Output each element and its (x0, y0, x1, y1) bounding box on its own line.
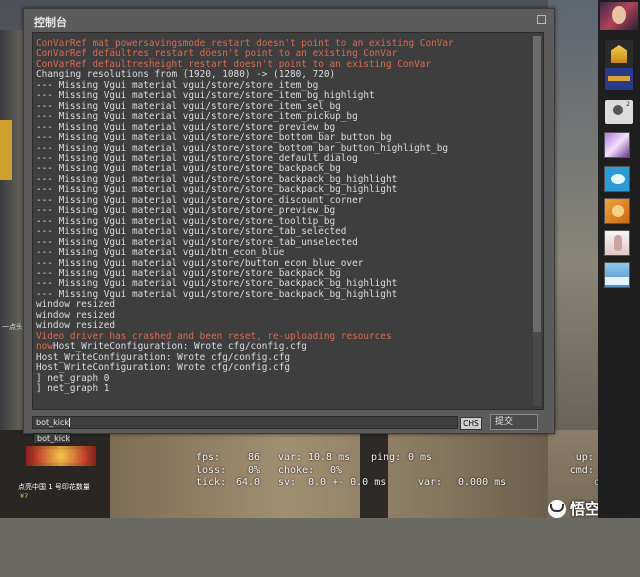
close-icon[interactable] (537, 15, 546, 24)
text-cursor (69, 418, 70, 427)
console-command-input[interactable]: bot_kick (32, 416, 458, 429)
fps-label: fps: (196, 452, 221, 463)
ime-indicator[interactable]: CHS (460, 417, 482, 430)
net-graph-row-3: tick: 64.0 sv: 0.0 +- 0.0 ms var: 0.000 … (196, 477, 536, 490)
weapon-skin-icon[interactable] (605, 68, 633, 90)
friend-avatar-1[interactable] (604, 132, 630, 158)
choke-value: 0% (330, 464, 343, 476)
friend-avatar-3[interactable] (604, 198, 630, 224)
figure-icon (614, 235, 622, 251)
friend-avatar-4[interactable] (604, 230, 630, 256)
fps-value: 86 (248, 452, 261, 463)
cat-icon (612, 205, 624, 217)
command-input-text: bot_kick (36, 418, 69, 427)
console-window[interactable]: 控制台 ConVarRef mat_powersavingsmode_resta… (23, 8, 555, 434)
person-icon (613, 105, 623, 115)
submit-button[interactable]: 提交 (490, 414, 538, 430)
console-title: 控制台 (34, 16, 67, 29)
var-value-2: 0.000 ms (458, 477, 507, 488)
smile-icon (547, 499, 566, 518)
avatar-face (612, 6, 626, 24)
var-label: var: (278, 452, 303, 463)
sticker-badge-image (26, 446, 96, 466)
loss-value: 0% (248, 464, 261, 476)
sv-value: 0.0 +- 0.0 ms (308, 477, 387, 488)
console-log-line: --- Missing Vgui material vgui/btn_econ_… (36, 247, 285, 259)
console-log-line: ] net_graph 0 (36, 372, 110, 384)
console-log-rest: Host_WriteConfiguration: Wrote cfg/confi… (52, 341, 307, 353)
autocomplete-suggestion[interactable]: bot_kick (33, 433, 71, 444)
background-label: 一点头 (2, 323, 23, 331)
console-scrollbar[interactable] (533, 36, 541, 406)
ping-value: 0 ms (408, 452, 433, 463)
tick-label: tick: (196, 477, 227, 488)
friend-avatar-5[interactable] (604, 262, 630, 288)
loss-label: loss: (196, 464, 227, 476)
console-log-line: Host_WriteConfiguration: Wrote cfg/confi… (36, 362, 290, 374)
net-graph-row-2: loss: 0% choke: 0% (196, 465, 536, 478)
sticker-price: ¥7 (20, 492, 29, 500)
tick-value: 64.0 (236, 477, 261, 488)
friend-avatar-2[interactable] (604, 166, 630, 192)
sticker-emblem (34, 449, 88, 463)
net-graph: fps: 86 var: 10.8 ms ping: 0 ms loss: 0%… (196, 452, 536, 490)
background-building (548, 260, 598, 430)
console-log[interactable]: ConVarRef mat_powersavingsmode_restart d… (32, 32, 544, 410)
player-avatar[interactable] (600, 2, 638, 30)
var-value: 10.8 ms (308, 452, 351, 463)
console-log-lines: ConVarRef mat_powersavingsmode_restart d… (36, 38, 529, 394)
bird-icon (611, 174, 625, 184)
var-label-2: var: (418, 477, 443, 488)
rifle-shape (608, 76, 630, 81)
friends-button[interactable]: 2 (605, 100, 633, 124)
background-sign (0, 120, 12, 180)
landscape-icon (605, 277, 629, 285)
console-log-prefix: now (36, 341, 53, 353)
rank-icon[interactable] (605, 40, 633, 68)
console-log-line: ] net_graph 1 (36, 382, 110, 394)
friends-sidebar: 2 (598, 0, 640, 518)
choke-label: choke: (278, 464, 315, 476)
ping-label: ping: (371, 452, 402, 463)
scrollbar-thumb[interactable] (533, 36, 541, 332)
net-graph-row-1: fps: 86 var: 10.8 ms ping: 0 ms (196, 452, 536, 465)
console-log-line: --- Missing Vgui material vgui/store/sto… (36, 132, 392, 144)
friends-count: 2 (626, 101, 630, 108)
sv-label: sv: (278, 477, 297, 488)
background-sky (548, 0, 598, 518)
sticker-count-label: 点亮中国 1 号印花数量 (18, 483, 90, 491)
rank-emblem (611, 45, 627, 63)
